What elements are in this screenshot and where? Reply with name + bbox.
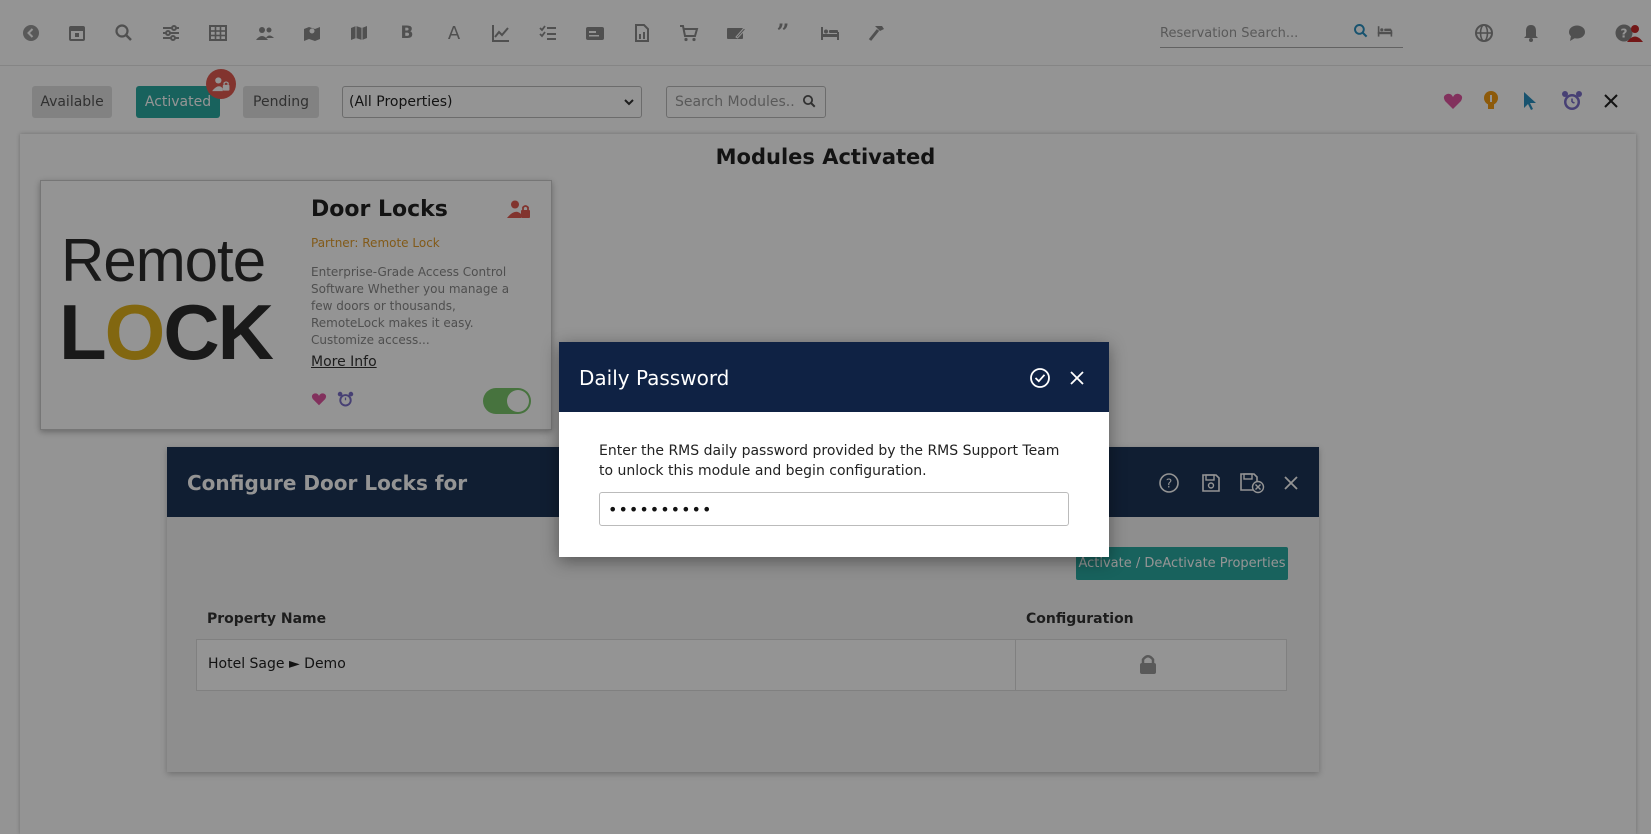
close-icon[interactable] [1065,366,1089,390]
daily-password-modal: Daily Password Enter the RMS daily passw… [559,342,1109,557]
modal-header: Daily Password [559,342,1109,412]
confirm-check-icon[interactable] [1028,366,1052,390]
modal-message: Enter the RMS daily password provided by… [599,443,1060,479]
modal-title: Daily Password [579,366,730,390]
daily-password-input[interactable] [599,492,1069,526]
